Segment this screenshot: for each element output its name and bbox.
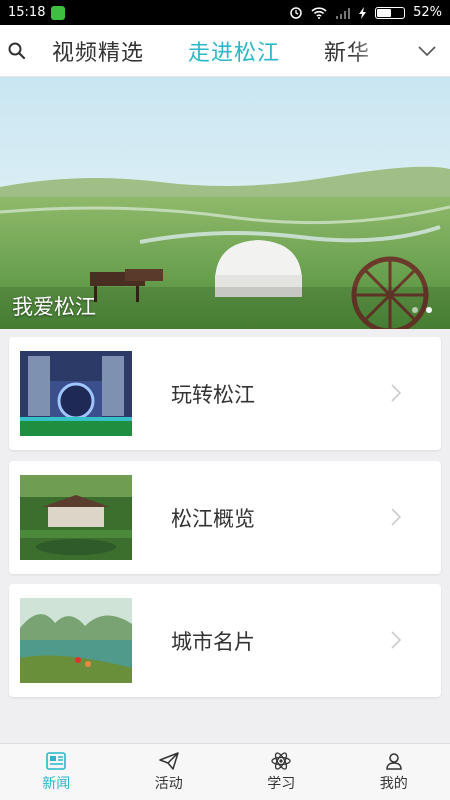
river-landscape-photo bbox=[20, 598, 132, 683]
card-title: 松江概览 bbox=[171, 506, 255, 531]
signal-icon bbox=[336, 7, 351, 19]
channel-tab-bar: 视频精选 走进松江 新华 bbox=[0, 25, 450, 77]
nav-label: 新闻 bbox=[42, 775, 71, 792]
card-play-songjiang[interactable]: 玩转松江 bbox=[9, 337, 441, 450]
news-icon bbox=[46, 751, 67, 770]
status-bar: 15:18 52% bbox=[0, 0, 450, 25]
search-button[interactable] bbox=[0, 25, 34, 76]
alarm-icon bbox=[290, 6, 302, 19]
card-title: 玩转松江 bbox=[171, 382, 255, 407]
card-thumbnail bbox=[20, 475, 132, 560]
card-title: 城市名片 bbox=[171, 629, 255, 654]
carousel-dot-active bbox=[426, 307, 432, 313]
carousel-dot bbox=[412, 307, 418, 313]
nav-me[interactable]: 我的 bbox=[338, 744, 450, 800]
carousel-indicator bbox=[412, 307, 432, 313]
search-icon bbox=[8, 42, 26, 59]
tab-enter-songjiang[interactable]: 走进松江 bbox=[188, 35, 280, 67]
charging-icon bbox=[359, 6, 367, 19]
wifi-icon bbox=[311, 6, 327, 19]
paper-plane-icon bbox=[159, 751, 179, 770]
battery-icon bbox=[375, 6, 406, 19]
building-photo bbox=[20, 351, 132, 436]
nav-label: 活动 bbox=[154, 775, 183, 792]
nav-study[interactable]: 学习 bbox=[225, 744, 338, 800]
nav-news[interactable]: 新闻 bbox=[0, 744, 113, 800]
chevron-down-icon bbox=[418, 46, 436, 56]
more-channels-button[interactable] bbox=[412, 25, 442, 76]
nav-activities[interactable]: 活动 bbox=[113, 744, 226, 800]
nav-label: 我的 bbox=[379, 775, 408, 792]
card-songjiang-overview[interactable]: 松江概览 bbox=[9, 461, 441, 574]
status-time: 15:18 bbox=[8, 5, 46, 20]
card-thumbnail bbox=[20, 598, 132, 683]
card-thumbnail bbox=[20, 351, 132, 436]
card-city-card[interactable]: 城市名片 bbox=[9, 584, 441, 697]
user-icon bbox=[385, 752, 402, 770]
bottom-navigation: 新闻 活动 学习 我的 bbox=[0, 743, 450, 800]
battery-percent: 52% bbox=[413, 5, 442, 20]
atom-icon bbox=[271, 751, 291, 770]
chevron-right-icon bbox=[391, 384, 401, 402]
tab-fade-overlay bbox=[350, 25, 410, 76]
tab-video-selection[interactable]: 视频精选 bbox=[52, 35, 144, 67]
chevron-right-icon bbox=[391, 508, 401, 526]
nav-label: 学习 bbox=[267, 775, 296, 792]
wechat-notification-icon bbox=[51, 5, 66, 20]
chevron-right-icon bbox=[391, 631, 401, 649]
palace-garden-photo bbox=[20, 475, 132, 560]
banner-caption: 我爱松江 bbox=[12, 295, 96, 319]
banner-carousel[interactable]: 我爱松江 bbox=[0, 77, 450, 329]
